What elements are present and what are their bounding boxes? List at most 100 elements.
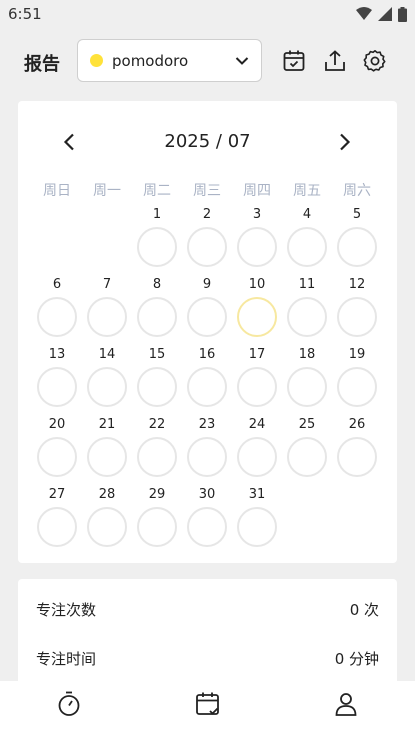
- status-time: 6:51: [8, 5, 42, 23]
- day-number: 9: [202, 277, 212, 292]
- weekday-label: 周六: [343, 183, 371, 199]
- calendar-day[interactable]: 24: [232, 417, 282, 479]
- status-bar: 6:51: [0, 0, 415, 28]
- status-icons: [356, 6, 407, 22]
- signal-icon: [378, 7, 392, 21]
- day-ring: [337, 437, 377, 477]
- day-number: 4: [302, 207, 312, 222]
- gear-icon: [363, 50, 386, 72]
- calendar-day[interactable]: 12: [332, 277, 382, 339]
- calendar-day[interactable]: 27: [32, 487, 82, 549]
- day-ring: [87, 507, 127, 547]
- settings-button[interactable]: [362, 48, 388, 74]
- calendar-day[interactable]: 29: [132, 487, 182, 549]
- day-number: 29: [148, 487, 166, 502]
- nav-report[interactable]: [193, 689, 223, 719]
- project-color-dot: [90, 54, 103, 67]
- calendar-day[interactable]: 11: [282, 277, 332, 339]
- calendar-day[interactable]: 4: [282, 207, 332, 269]
- day-ring: [137, 297, 177, 337]
- calendar-day[interactable]: 25: [282, 417, 332, 479]
- project-select[interactable]: pomodoro: [77, 39, 262, 82]
- day-ring: [237, 227, 277, 267]
- day-number: 2: [202, 207, 212, 222]
- calendar-day[interactable]: 22: [132, 417, 182, 479]
- weekday-label: 周三: [193, 183, 221, 199]
- day-number: 6: [52, 277, 62, 292]
- day-number: 21: [98, 417, 116, 432]
- calendar-day[interactable]: 20: [32, 417, 82, 479]
- day-number: 28: [98, 487, 116, 502]
- weekday-label: 周二: [143, 183, 171, 199]
- stat-label: 专注时间: [36, 650, 97, 668]
- day-number: 16: [198, 347, 216, 362]
- share-icon: [325, 50, 345, 71]
- calendar-day[interactable]: 5: [332, 207, 382, 269]
- calendar-day[interactable]: 7: [82, 277, 132, 339]
- nav-timer[interactable]: [54, 689, 84, 719]
- calendar-day[interactable]: 2: [182, 207, 232, 269]
- calendar-day[interactable]: 16: [182, 347, 232, 409]
- day-number: 30: [198, 487, 216, 502]
- calendar-button[interactable]: [281, 48, 307, 74]
- calendar-day[interactable]: 8: [132, 277, 182, 339]
- day-ring: [237, 507, 277, 547]
- calendar-day[interactable]: 23: [182, 417, 232, 479]
- day-number: 24: [248, 417, 266, 432]
- day-ring: [87, 437, 127, 477]
- day-ring: [187, 507, 227, 547]
- calendar-day[interactable]: 19: [332, 347, 382, 409]
- day-number: 19: [348, 347, 366, 362]
- stat-focus-count: 专注次数 0 次: [18, 599, 397, 623]
- day-number: 7: [102, 277, 112, 292]
- calendar-day[interactable]: 26: [332, 417, 382, 479]
- day-ring: [37, 507, 77, 547]
- timer-icon: [58, 691, 80, 716]
- calendar-day[interactable]: 6: [32, 277, 82, 339]
- day-ring: [137, 227, 177, 267]
- calendar-card: 2025 / 07 周日 周一 周二 周三 周四 周五 周六 1 2 3 4 5 6 7 8 9 10 11 12…: [18, 101, 397, 563]
- stat-label: 专注次数: [36, 601, 97, 619]
- day-ring: [137, 507, 177, 547]
- calendar-day[interactable]: 21: [82, 417, 132, 479]
- weekday-label: 周五: [293, 183, 321, 199]
- page-title: 报告: [24, 54, 60, 75]
- today-ring: [237, 297, 277, 337]
- month-nav: 2025 / 07: [18, 127, 397, 157]
- day-ring: [237, 367, 277, 407]
- calendar-day[interactable]: 17: [232, 347, 282, 409]
- calendar-day[interactable]: 1: [132, 207, 182, 269]
- battery-icon: [398, 6, 407, 22]
- day-ring: [37, 297, 77, 337]
- calendar-day[interactable]: 31: [232, 487, 282, 549]
- day-ring: [287, 297, 327, 337]
- weekday-header: 周日 周一 周二 周三 周四 周五 周六: [32, 180, 382, 200]
- day-number: 10: [248, 277, 266, 292]
- day-ring: [337, 227, 377, 267]
- day-ring: [287, 367, 327, 407]
- day-number: 8: [152, 277, 162, 292]
- calendar-day[interactable]: 3: [232, 207, 282, 269]
- day-ring: [37, 437, 77, 477]
- share-button[interactable]: [322, 48, 348, 74]
- calendar-day[interactable]: 18: [282, 347, 332, 409]
- calendar-day[interactable]: 28: [82, 487, 132, 549]
- nav-profile[interactable]: [331, 689, 361, 719]
- day-number: 25: [298, 417, 316, 432]
- calendar-day[interactable]: 10: [232, 277, 282, 339]
- calendar-day[interactable]: 14: [82, 347, 132, 409]
- day-number: 14: [98, 347, 116, 362]
- calendar-check-icon: [196, 692, 219, 715]
- day-number: 20: [48, 417, 66, 432]
- stat-value: 0 次: [349, 601, 379, 619]
- calendar-day[interactable]: 30: [182, 487, 232, 549]
- day-ring: [237, 437, 277, 477]
- calendar-day[interactable]: 9: [182, 277, 232, 339]
- day-number: 3: [252, 207, 262, 222]
- next-month-button[interactable]: [332, 129, 358, 155]
- calendar-day[interactable]: 13: [32, 347, 82, 409]
- day-number: 31: [248, 487, 266, 502]
- chevron-down-icon: [235, 56, 249, 65]
- day-ring: [187, 437, 227, 477]
- calendar-day[interactable]: 15: [132, 347, 182, 409]
